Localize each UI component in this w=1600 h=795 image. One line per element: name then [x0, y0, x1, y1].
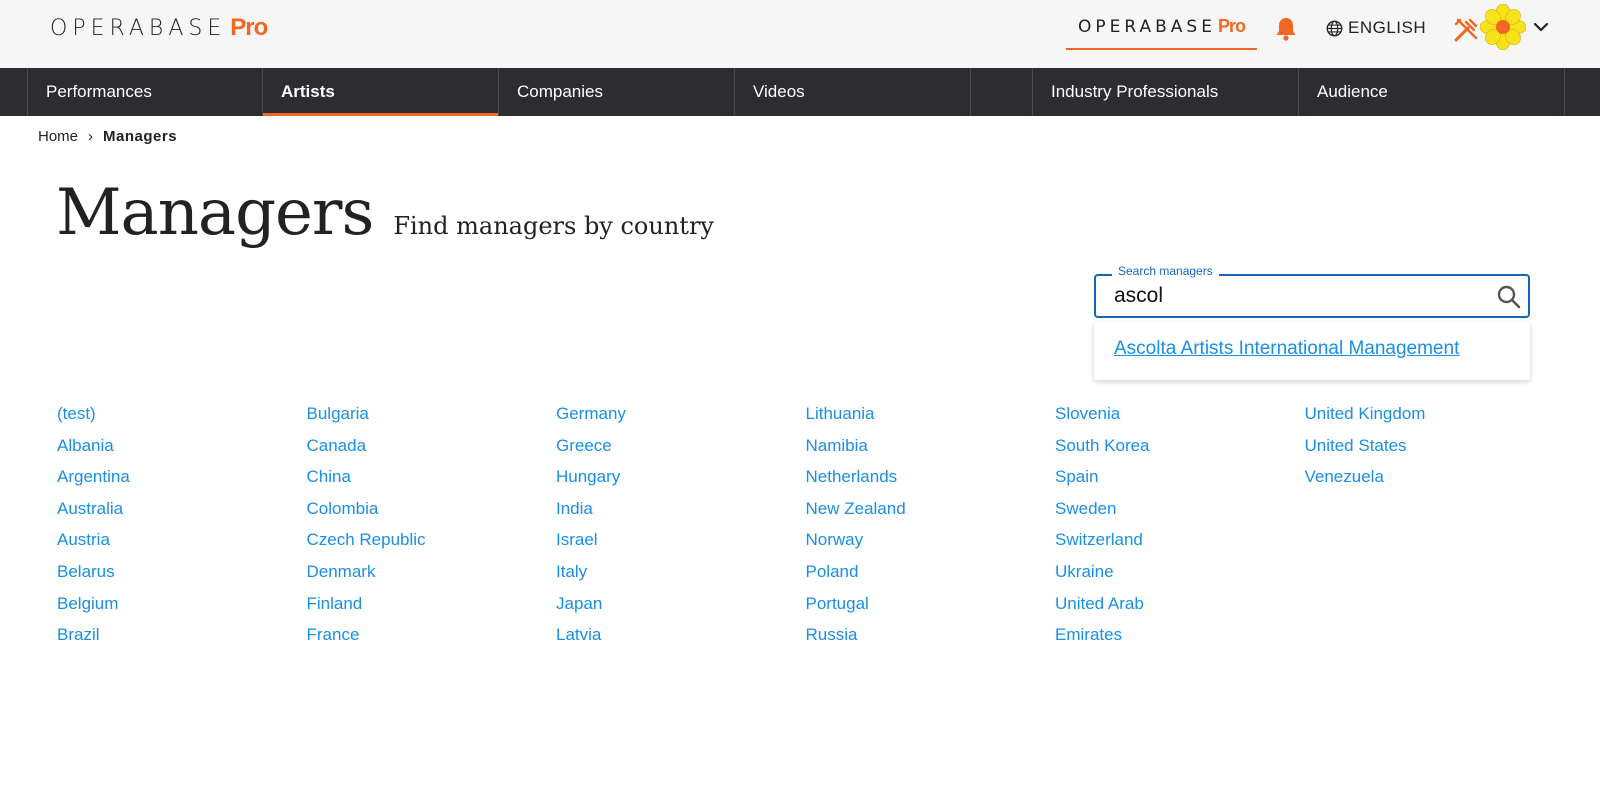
- country-link[interactable]: Portugal: [806, 592, 1056, 624]
- country-list: (test) Albania Argentina Australia Austria Be…: [57, 402, 1554, 655]
- search-input[interactable]: [1114, 282, 1474, 310]
- search-suggestions: Ascolta Artists International Management: [1094, 322, 1530, 380]
- country-link[interactable]: Venezuela: [1305, 465, 1555, 497]
- country-link[interactable]: Czech Republic: [307, 528, 557, 560]
- country-link[interactable]: Switzerland: [1055, 528, 1305, 560]
- country-link[interactable]: Greece: [556, 434, 806, 466]
- nav-empty[interactable]: [971, 68, 1033, 116]
- country-link[interactable]: Hungary: [556, 465, 806, 497]
- country-link[interactable]: Germany: [556, 402, 806, 434]
- pro-link-pro: Pro: [1217, 16, 1246, 36]
- page-header: Managers Find managers by country: [56, 176, 714, 250]
- country-link[interactable]: Argentina: [57, 465, 307, 497]
- page-subtitle: Find managers by country: [393, 212, 714, 240]
- country-link[interactable]: Spain: [1055, 465, 1305, 497]
- nav-label: Industry Professionals: [1051, 82, 1219, 101]
- country-link[interactable]: Bulgaria: [307, 402, 557, 434]
- logo-pro: Pro: [230, 14, 268, 41]
- country-link[interactable]: Latvia: [556, 623, 806, 655]
- country-link[interactable]: Ukraine: [1055, 560, 1305, 592]
- country-column: Slovenia South Korea Spain Sweden Switzerlan…: [1055, 402, 1305, 655]
- pro-link-text: OPERABASE: [1078, 17, 1216, 37]
- country-link[interactable]: Canada: [307, 434, 557, 466]
- operabase-logo[interactable]: OPERABASE Pro: [50, 14, 268, 44]
- search-box: [1094, 274, 1530, 318]
- operabase-pro-link[interactable]: OPERABASE Pro: [1066, 16, 1257, 50]
- country-link[interactable]: Austria: [57, 528, 307, 560]
- country-link[interactable]: India: [556, 497, 806, 529]
- country-link[interactable]: Emirates: [1055, 623, 1305, 655]
- country-link[interactable]: Colombia: [307, 497, 557, 529]
- country-link[interactable]: Belarus: [57, 560, 307, 592]
- country-link[interactable]: Belgium: [57, 592, 307, 624]
- tools-icon[interactable]: [1452, 16, 1480, 44]
- country-link[interactable]: South Korea: [1055, 434, 1305, 466]
- country-link[interactable]: Slovenia: [1055, 402, 1305, 434]
- nav-audience[interactable]: Audience: [1299, 68, 1565, 116]
- nav-performances[interactable]: Performances: [27, 68, 263, 116]
- country-column: Germany Greece Hungary India Israel Italy Japa…: [556, 402, 806, 655]
- top-header: OPERABASE Pro OPERABASE Pro ENGLISH: [0, 0, 1600, 68]
- country-link[interactable]: Brazil: [57, 623, 307, 655]
- breadcrumb: Home › Managers: [38, 128, 177, 145]
- main-nav: Performances Artists Companies Videos In…: [0, 68, 1600, 116]
- nav-label: Audience: [1317, 82, 1388, 101]
- country-link[interactable]: United Kingdom: [1305, 402, 1555, 434]
- country-link[interactable]: Namibia: [806, 434, 1056, 466]
- country-link[interactable]: Albania: [57, 434, 307, 466]
- breadcrumb-separator: ›: [88, 128, 94, 145]
- country-link[interactable]: Denmark: [307, 560, 557, 592]
- language-label: ENGLISH: [1348, 18, 1427, 37]
- nav-label: Artists: [281, 82, 335, 101]
- country-link[interactable]: Russia: [806, 623, 1056, 655]
- country-link[interactable]: Japan: [556, 592, 806, 624]
- country-column: United Kingdom United States Venezuela: [1305, 402, 1555, 655]
- nav-label: Videos: [753, 82, 805, 101]
- country-link[interactable]: United Arab: [1055, 592, 1305, 624]
- country-link[interactable]: Finland: [307, 592, 557, 624]
- country-link[interactable]: United States: [1305, 434, 1555, 466]
- language-selector[interactable]: ENGLISH: [1326, 18, 1426, 38]
- nav-label: Companies: [517, 82, 603, 101]
- flower-avatar[interactable]: [1480, 4, 1526, 50]
- nav-spacer-left: [0, 68, 27, 116]
- country-link[interactable]: Norway: [806, 528, 1056, 560]
- search-label: Search managers: [1112, 264, 1219, 278]
- country-column: Bulgaria Canada China Colombia Czech Republi…: [307, 402, 557, 655]
- suggestion-item[interactable]: Ascolta Artists International Management: [1114, 338, 1459, 360]
- chevron-down-icon[interactable]: [1532, 18, 1550, 36]
- globe-icon: [1326, 20, 1343, 36]
- country-link[interactable]: France: [307, 623, 557, 655]
- nav-artists[interactable]: Artists: [263, 68, 499, 116]
- breadcrumb-home[interactable]: Home: [38, 128, 78, 145]
- page-title: Managers: [56, 176, 374, 250]
- country-link[interactable]: Israel: [556, 528, 806, 560]
- country-link[interactable]: Australia: [57, 497, 307, 529]
- nav-videos[interactable]: Videos: [735, 68, 971, 116]
- country-link[interactable]: Netherlands: [806, 465, 1056, 497]
- breadcrumb-current: Managers: [103, 128, 178, 145]
- nav-companies[interactable]: Companies: [499, 68, 735, 116]
- country-link[interactable]: (test): [57, 402, 307, 434]
- country-link[interactable]: Poland: [806, 560, 1056, 592]
- nav-industry-professionals[interactable]: Industry Professionals: [1033, 68, 1299, 116]
- country-link[interactable]: Italy: [556, 560, 806, 592]
- nav-label: Performances: [46, 82, 152, 101]
- logo-text: OPERABASE: [50, 16, 227, 41]
- country-link[interactable]: Lithuania: [806, 402, 1056, 434]
- country-link[interactable]: China: [307, 465, 557, 497]
- country-column: Lithuania Namibia Netherlands New Zealand No…: [806, 402, 1056, 655]
- country-column: (test) Albania Argentina Australia Austria Be…: [57, 402, 307, 655]
- search-icon[interactable]: [1496, 284, 1522, 310]
- country-link[interactable]: Sweden: [1055, 497, 1305, 529]
- bell-icon[interactable]: [1274, 16, 1298, 42]
- country-link[interactable]: New Zealand: [806, 497, 1056, 529]
